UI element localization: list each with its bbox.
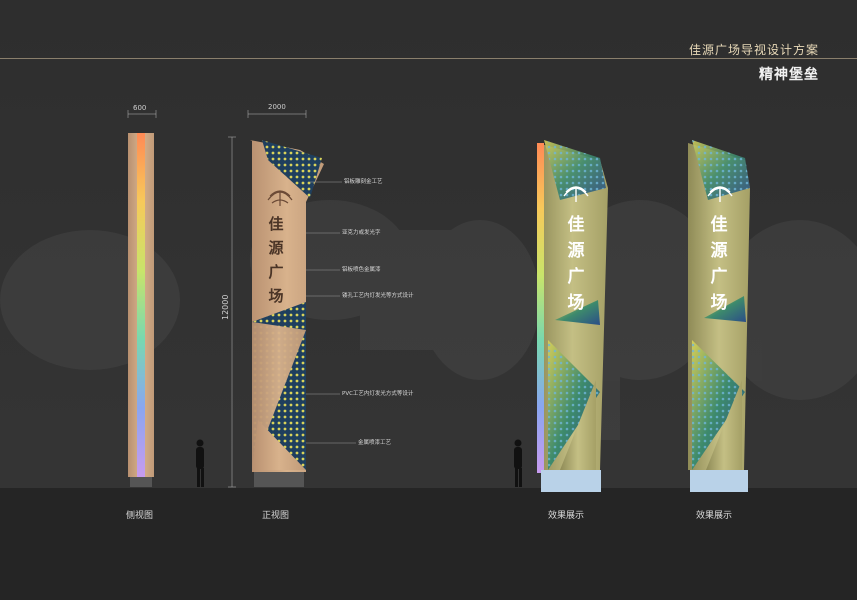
effect-2-sign-text: 佳 源 广 场: [708, 212, 730, 316]
header-divider: [0, 58, 857, 59]
sign-char: 源: [710, 241, 728, 261]
design-board: 佳源广场导视设计方案 精神堡垒 600 2000 12000 佳 源 广 场 佳…: [0, 0, 857, 600]
effect-1-sign-text: 佳 源 广 场: [565, 212, 587, 316]
callout-label: 亚克力或发光字: [342, 230, 381, 236]
sign-char: 源: [268, 239, 284, 257]
sign-char: 广: [710, 267, 728, 287]
project-title: 佳源广场导视设计方案: [688, 43, 819, 57]
callout-label: 金属喷漆工艺: [358, 440, 392, 446]
page-subtitle: 精神堡垒: [759, 67, 819, 83]
callout-label: PVC工艺内灯发光方式等设计: [342, 391, 414, 397]
sign-char: 场: [268, 287, 284, 305]
height-dimension: 12000: [221, 294, 230, 320]
sign-char: 广: [567, 267, 585, 287]
callout-label: 铝板喷色金属漆: [342, 267, 381, 273]
sign-char: 广: [268, 263, 284, 281]
side-width-dimension: 600: [133, 104, 147, 112]
sign-char: 场: [710, 293, 728, 313]
callout-label: 镂孔工艺内灯发光等方式设计: [342, 293, 414, 299]
callout-label: 铝板雕刻金工艺: [344, 179, 383, 185]
effect-1-caption: 效果展示: [548, 511, 585, 521]
side-view-drawing: [127, 110, 157, 487]
side-view-caption: 侧视图: [126, 511, 154, 521]
front-width-dimension: 2000: [268, 103, 286, 111]
sign-char: 佳: [268, 215, 284, 233]
sign-char: 源: [567, 241, 585, 261]
sign-char: 佳: [710, 215, 728, 235]
front-sign-text: 佳 源 广 场: [266, 212, 286, 308]
effect-2-caption: 效果展示: [696, 511, 733, 521]
sign-char: 场: [567, 293, 585, 313]
front-view-caption: 正视图: [262, 511, 290, 521]
sign-char: 佳: [567, 215, 585, 235]
effect-render-2: [688, 140, 750, 492]
